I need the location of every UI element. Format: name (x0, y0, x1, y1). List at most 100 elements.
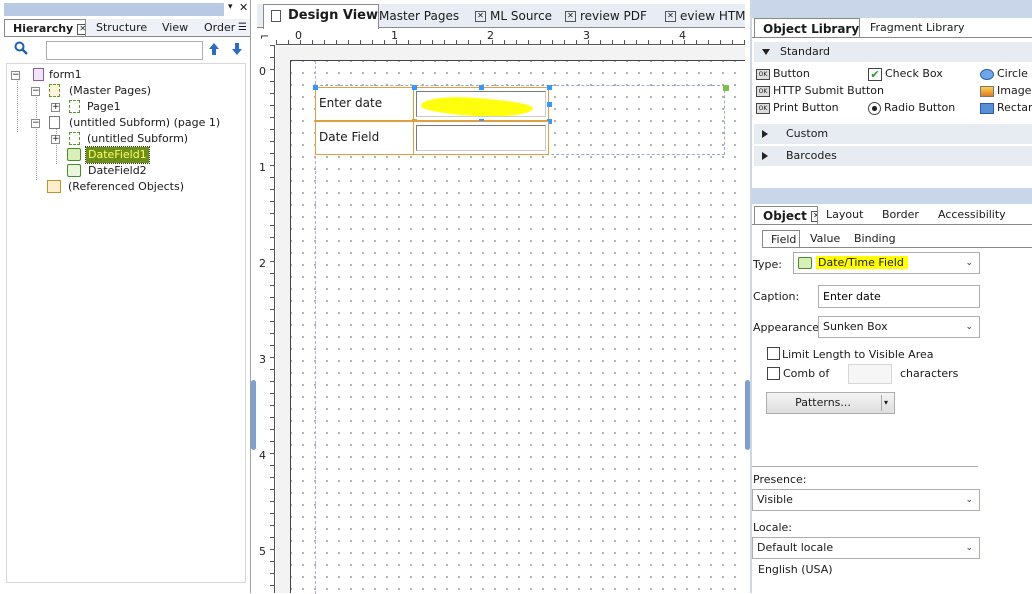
library-titlebar (752, 0, 1032, 18)
tab-master-pages[interactable]: Master Pages (379, 6, 475, 26)
date-input-box[interactable] (416, 125, 546, 151)
panel-menu-icon[interactable]: ▾ (228, 2, 233, 12)
tab-object[interactable]: Object✕ (754, 206, 818, 224)
search-input[interactable] (46, 41, 203, 60)
item-label: Button (773, 67, 810, 80)
patterns-button[interactable]: Patterns... ▾ (766, 392, 895, 414)
datefield2[interactable]: Date Field (315, 121, 549, 155)
appearance-label: Appearance: (753, 321, 823, 334)
datefield1[interactable]: Enter date (313, 85, 552, 124)
ruler-label: 2 (259, 257, 266, 270)
tab-list-icon[interactable]: ☰ (238, 22, 247, 33)
comb-count-input[interactable] (848, 364, 892, 384)
search-icon[interactable] (14, 41, 28, 55)
caption-input[interactable] (818, 285, 980, 308)
collapse-icon[interactable]: − (31, 87, 40, 96)
tab-accessibility[interactable]: Accessibility (930, 206, 1030, 224)
library-item-http-submit-button[interactable]: OK HTTP Submit Button (756, 84, 884, 98)
referenced-objects-icon (47, 180, 61, 193)
ruler-label: 5 (259, 545, 266, 558)
library-item-button[interactable]: OK Button (756, 67, 810, 81)
tab-order[interactable]: Order (196, 19, 238, 36)
button-icon: OK (756, 85, 770, 97)
expand-icon[interactable]: + (51, 103, 60, 112)
tree-label: (Master Pages) (69, 84, 152, 97)
section-label: Standard (780, 45, 831, 58)
tree-label-selected: DateField1 (85, 146, 150, 164)
close-tab-icon[interactable]: ✕ (665, 11, 676, 22)
library-item-check-box[interactable]: ✔ Check Box (868, 67, 943, 81)
appearance-dropdown[interactable]: Sunken Box ⌄ (818, 316, 980, 338)
tab-structure[interactable]: Structure (88, 19, 154, 36)
close-tab-icon[interactable]: ✕ (565, 11, 576, 22)
tab-preview-html[interactable]: ✕ eview HTM (665, 6, 745, 26)
selection-handle[interactable] (547, 85, 552, 90)
subtab-value-label: Value (810, 232, 841, 245)
tab-view[interactable]: View (154, 19, 198, 36)
library-item-image[interactable]: Image (980, 84, 1031, 98)
tab-hierarchy[interactable]: Hierarchy ✕ (4, 19, 86, 36)
collapse-icon[interactable]: − (31, 119, 40, 128)
library-item-rectangle[interactable]: Rectan (980, 101, 1032, 115)
close-tab-icon[interactable]: ✕ (475, 11, 486, 22)
item-label: Radio Button (884, 101, 956, 114)
panel-close-icon[interactable]: ✕ (239, 1, 248, 14)
close-tab-icon[interactable]: ✕ (810, 211, 817, 222)
selection-handle[interactable] (479, 85, 484, 90)
library-item-radio-button[interactable]: Radio Button (868, 101, 955, 115)
caption-divider (413, 88, 414, 120)
selection-handle[interactable] (547, 102, 552, 107)
locale-dropdown[interactable]: Default locale ⌄ (752, 537, 980, 559)
move-up-icon[interactable] (208, 42, 220, 56)
ruler-label: 3 (583, 29, 590, 42)
chevron-down-icon: ⌄ (965, 495, 973, 505)
tree-label: Page1 (87, 100, 121, 113)
section-custom[interactable]: Custom (754, 124, 1032, 144)
tab-accessibility-label: Accessibility (938, 208, 1006, 221)
collapse-icon[interactable]: − (11, 71, 20, 80)
ruler-label: 0 (259, 65, 266, 78)
tab-xml-source[interactable]: ✕ ML Source (475, 6, 561, 26)
date-input-box[interactable] (416, 91, 546, 117)
field-caption: Date Field (319, 130, 380, 144)
expand-icon[interactable]: + (51, 135, 60, 144)
library-tabstrip: Object Library✕ Fragment Library (752, 18, 1032, 38)
tab-border[interactable]: Border (874, 206, 930, 224)
chevron-down-icon: ⌄ (965, 258, 973, 268)
subtab-field[interactable]: Field (762, 230, 800, 247)
type-dropdown[interactable]: Date/Time Field ⌄ (793, 252, 980, 274)
section-barcodes[interactable]: Barcodes (754, 146, 1032, 166)
tab-design-view[interactable]: Design View (263, 4, 379, 29)
library-item-circle[interactable]: Circle (980, 67, 1028, 81)
limit-length-checkbox[interactable] (767, 347, 780, 360)
dropdown-arrow-icon[interactable]: ▾ (884, 393, 888, 413)
page-surface: Enter date Date Field (290, 60, 745, 594)
selection-handle[interactable] (412, 85, 417, 90)
selection-handle[interactable] (313, 85, 318, 90)
hierarchy-titlebar (4, 3, 224, 16)
section-standard[interactable]: Standard (754, 42, 1032, 62)
design-area: Design View Master Pages ✕ ML Source ✕ rev… (257, 0, 745, 594)
subtab-binding[interactable]: Binding (846, 230, 906, 247)
tab-object-library[interactable]: Object Library✕ (754, 18, 860, 37)
tree-label: (untitled Subform) (page 1) (69, 116, 221, 129)
horizontal-ruler: 0 1 2 3 4 (276, 29, 745, 45)
presence-dropdown[interactable]: Visible ⌄ (752, 489, 980, 511)
subtab-value[interactable]: Value (802, 230, 846, 247)
presence-value: Visible (757, 493, 793, 506)
library-item-print-button[interactable]: OK Print Button (756, 101, 839, 115)
design-canvas[interactable]: Enter date Date Field (276, 46, 745, 594)
tab-preview-pdf[interactable]: ✕ review PDF (565, 6, 665, 26)
ruler-label: 4 (259, 449, 266, 462)
document-tabstrip: Design View Master Pages ✕ ML Source ✕ rev… (257, 4, 745, 29)
splitter-grip[interactable] (251, 380, 256, 450)
close-tab-icon[interactable]: ✕ (77, 23, 85, 35)
item-label: Rectan (997, 101, 1032, 114)
tab-layout[interactable]: Layout (818, 206, 874, 224)
locale-note: English (USA) (758, 563, 833, 576)
master-pages-icon (49, 84, 60, 97)
tab-fragment-library[interactable]: Fragment Library (862, 18, 972, 37)
comb-of-checkbox[interactable] (767, 367, 780, 380)
move-down-icon[interactable] (231, 42, 243, 56)
button-icon: OK (756, 68, 770, 80)
